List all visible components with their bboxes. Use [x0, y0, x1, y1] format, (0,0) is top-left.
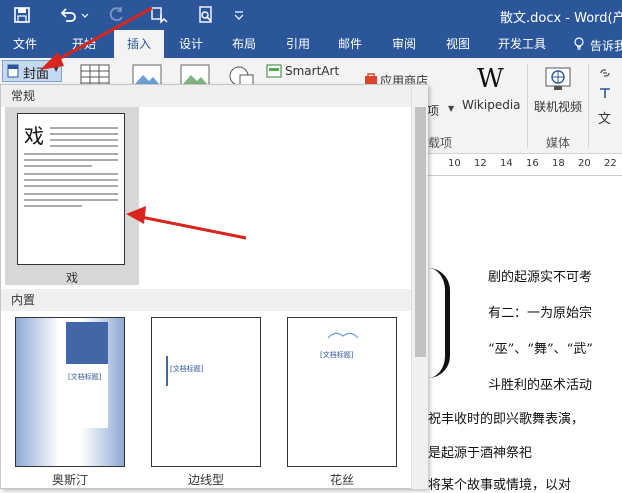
ruler-number: 18 [552, 158, 565, 169]
thumbnail-side-line [166, 356, 168, 386]
document-line: 祝丰收时的即兴歌舞表演， [428, 412, 585, 427]
document-page[interactable]: 剧的起源实不可考 有二：一为原始宗 “巫”、“舞”、“武” 斗胜利的巫术活动 祝… [428, 176, 622, 493]
document-line: 有二：一为原始宗 [488, 306, 593, 321]
title-bar: 散文.docx - Word(产品 [0, 0, 622, 30]
bookmark-icon[interactable] [598, 86, 612, 100]
link-icon[interactable] [598, 66, 612, 80]
chevron-down-icon: ▼ [448, 104, 455, 113]
lightbulb-icon [574, 37, 584, 50]
ribbon-tabs: 文件 开始 插入 设计 布局 引用 邮件 审阅 视图 开发工具 告诉我 [0, 30, 622, 58]
tab-mailings[interactable]: 邮件 [328, 30, 372, 58]
cover-thumbnail: [文档标题] [15, 317, 125, 467]
ruler-number: 22 [604, 158, 617, 169]
tab-home[interactable]: 开始 [60, 30, 108, 58]
document-line: 剧的起源实不可考 [488, 270, 593, 285]
save-icon[interactable] [12, 5, 32, 25]
ruler-number: 12 [474, 158, 487, 169]
cover-item-austin[interactable]: [文档标题] 奥斯汀 [13, 315, 129, 489]
wikipedia-icon[interactable]: W [477, 64, 504, 94]
cover-item-caption: 戏 [65, 271, 78, 285]
chevron-down-icon: ▼ [53, 64, 60, 73]
group-divider [527, 64, 528, 148]
document-line: 是起源于酒神祭祀 [428, 446, 533, 461]
thumbnail-title-placeholder: [文档标题] [68, 373, 102, 381]
tell-me-search[interactable]: 告诉我 [590, 37, 622, 54]
large-heading-glyph-fragment [428, 268, 450, 378]
cover-thumbnail: [文档标题] [151, 317, 261, 467]
customize-qat-icon[interactable] [232, 5, 246, 25]
group-divider [588, 64, 589, 148]
undo-icon[interactable] [58, 5, 78, 25]
document-line: “巫”、“舞”、“武” [488, 342, 593, 357]
tab-layout[interactable]: 布局 [222, 30, 266, 58]
touch-mode-icon[interactable] [150, 5, 170, 25]
wikipedia-label[interactable]: Wikipedia [462, 98, 521, 112]
cover-item-filigree[interactable]: [文档标题] 花丝 [285, 315, 401, 489]
smartart-icon[interactable] [266, 64, 282, 78]
undo-dropdown-icon[interactable] [80, 5, 90, 25]
cover-page-button[interactable]: 封面 ▼ [2, 60, 62, 82]
cover-item-caption: 奥斯汀 [51, 473, 88, 487]
window-title: 散文.docx - Word(产品 [500, 11, 622, 26]
scrollbar-thumb[interactable] [415, 107, 426, 357]
tab-review[interactable]: 审阅 [382, 30, 426, 58]
cover-item-sideline[interactable]: [文档标题] 边线型 [149, 315, 265, 489]
print-preview-icon[interactable] [196, 5, 216, 25]
horizontal-ruler[interactable]: 10 12 14 16 18 20 22 [418, 154, 622, 176]
thumbnail-title-placeholder: [文档标题] [170, 365, 204, 373]
tab-developer[interactable]: 开发工具 [490, 30, 554, 58]
thumbnail-title-placeholder: [文档标题] [320, 351, 354, 359]
cover-thumbnail: 戏 [17, 113, 125, 265]
thumbnail-header-block [66, 322, 108, 364]
cover-item-caption: 边线型 [187, 473, 224, 487]
addins-label-fragment: 项 [427, 104, 440, 118]
redo-icon[interactable] [106, 5, 126, 25]
cover-page-gallery: 常规 戏 戏 内置 [文档标题] 奥斯汀 [文档标题] 边线型 [文档标题] 花… [0, 84, 428, 489]
smartart-label[interactable]: SmartArt [285, 64, 339, 78]
ruler-number: 10 [448, 158, 461, 169]
ruler-number: 20 [578, 158, 591, 169]
text-group-fragment: 文 [598, 112, 612, 127]
tab-design[interactable]: 设计 [168, 30, 214, 58]
ruler-number: 14 [500, 158, 513, 169]
ruler-number: 16 [526, 158, 539, 169]
tab-references[interactable]: 引用 [276, 30, 320, 58]
tab-insert[interactable]: 插入 [114, 30, 164, 58]
section-header-builtin: 内置 [1, 289, 411, 311]
cover-item-caption: 花丝 [329, 473, 354, 487]
addins-group-label: 载项 [428, 136, 453, 150]
cover-item-custom[interactable]: 戏 戏 [5, 107, 139, 285]
online-video-icon[interactable] [544, 66, 572, 92]
tab-file[interactable]: 文件 [2, 30, 48, 58]
thumbnail-text-lines [24, 127, 118, 207]
tab-view[interactable]: 视图 [436, 30, 480, 58]
online-video-label[interactable]: 联机视频 [534, 98, 582, 115]
cover-page-label: 封面 [23, 67, 50, 82]
cover-page-icon [7, 64, 19, 78]
filigree-ornament-icon [327, 332, 359, 339]
media-group-label: 媒体 [546, 136, 571, 150]
document-line: 将某个故事或情境，以对 [428, 478, 572, 493]
gallery-scrollbar[interactable] [411, 85, 428, 489]
cover-thumbnail: [文档标题] [287, 317, 397, 467]
section-header-regular: 常规 [1, 85, 411, 107]
document-line: 斗胜利的巫术活动 [488, 378, 593, 393]
